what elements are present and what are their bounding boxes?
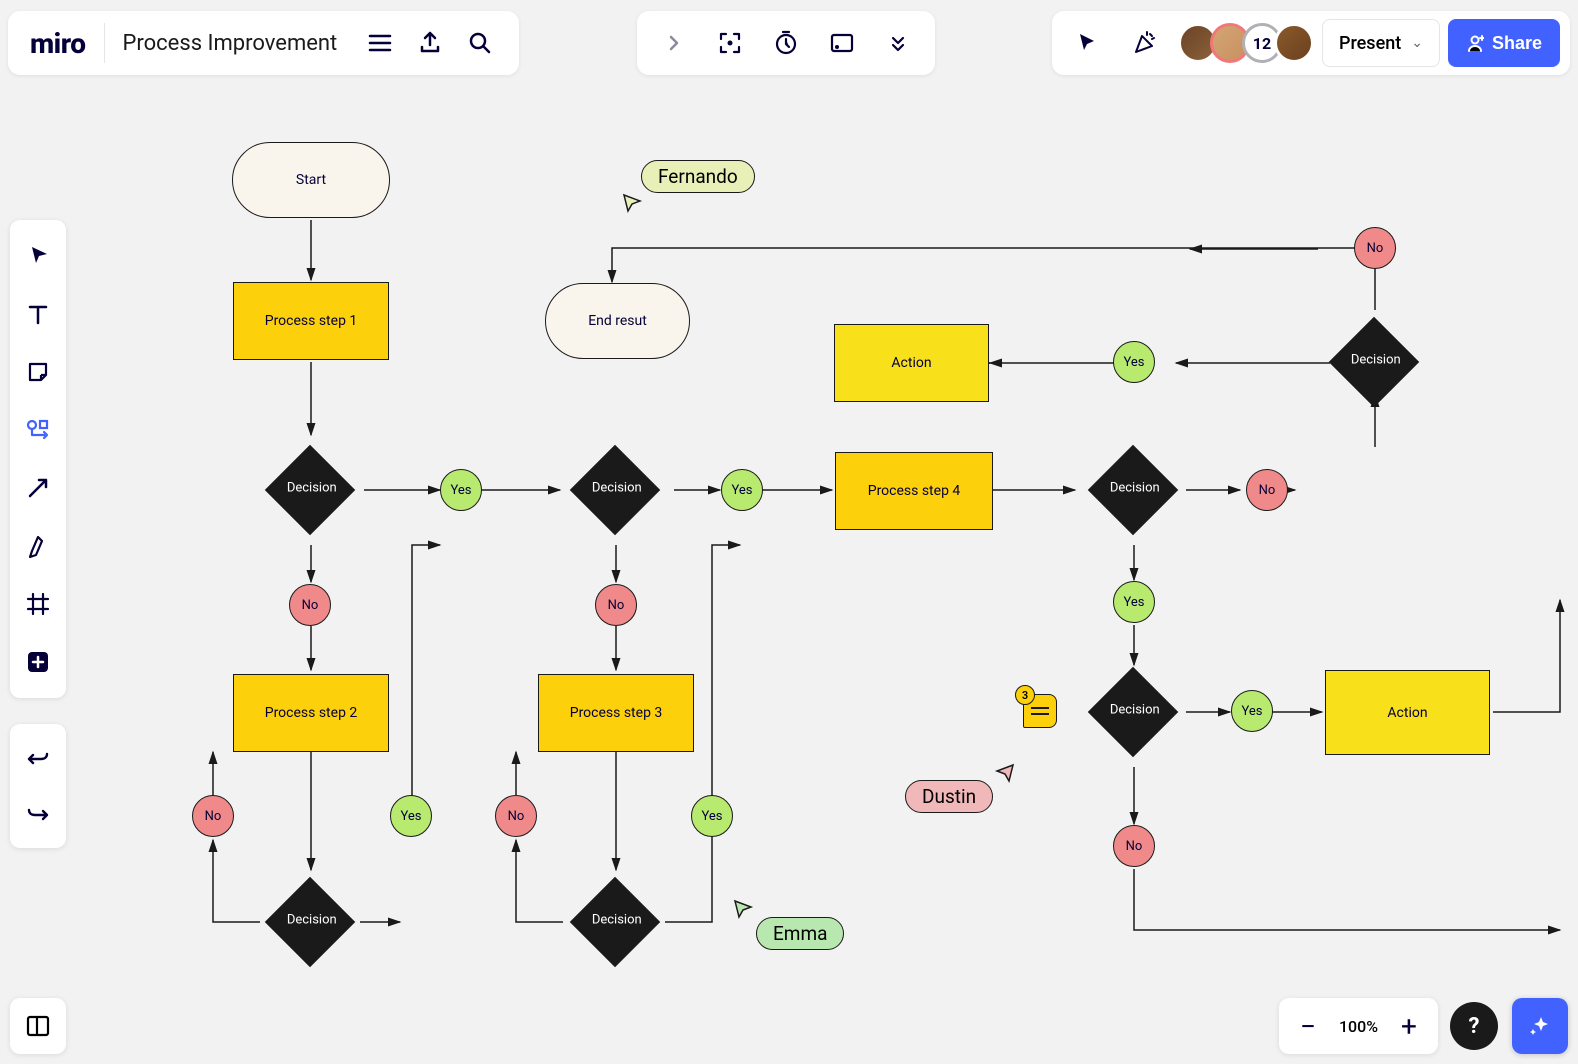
flowchart-answer-no[interactable]: No xyxy=(1113,825,1155,867)
flowchart-terminator-start[interactable]: Start xyxy=(232,142,390,218)
collaborator-cursor-fernando: Fernando xyxy=(641,160,755,193)
flowchart-answer-yes[interactable]: Yes xyxy=(1113,581,1155,623)
flowchart-answer-no[interactable]: No xyxy=(192,795,234,837)
flowchart-process-4[interactable]: Process step 4 xyxy=(835,452,993,530)
question-icon: ? xyxy=(1469,1014,1480,1039)
flowchart-process-3[interactable]: Process step 3 xyxy=(538,674,694,752)
flowchart-answer-yes[interactable]: Yes xyxy=(1231,690,1273,732)
zoom-level[interactable]: 100% xyxy=(1339,1017,1378,1036)
sparkle-icon xyxy=(1527,1013,1553,1039)
flowchart-action-1[interactable]: Action xyxy=(834,324,989,402)
flowchart-answer-yes[interactable]: Yes xyxy=(1113,341,1155,383)
flowchart-answer-yes[interactable]: Yes xyxy=(390,795,432,837)
ai-assist-button[interactable] xyxy=(1512,998,1568,1054)
flowchart-answer-no[interactable]: No xyxy=(495,795,537,837)
collaborator-cursor-icon xyxy=(994,762,1016,784)
flowchart-answer-yes[interactable]: Yes xyxy=(440,469,482,511)
canvas[interactable]: Start End resut Process step 1 Process s… xyxy=(0,0,1578,1064)
comment-count-badge[interactable]: 3 xyxy=(1015,685,1035,705)
flowchart-answer-no[interactable]: No xyxy=(289,584,331,626)
collaborator-cursor-icon xyxy=(621,192,643,214)
zoom-in-button[interactable]: + xyxy=(1394,1010,1424,1043)
help-button[interactable]: ? xyxy=(1450,1002,1498,1050)
flowchart-answer-no[interactable]: No xyxy=(1354,227,1396,269)
flowchart-answer-no[interactable]: No xyxy=(595,584,637,626)
flowchart-answer-yes[interactable]: Yes xyxy=(691,795,733,837)
zoom-out-button[interactable]: − xyxy=(1293,1010,1323,1043)
flowchart-terminator-end[interactable]: End resut xyxy=(545,283,690,359)
flowchart-answer-no[interactable]: No xyxy=(1246,469,1288,511)
flowchart-action-2[interactable]: Action xyxy=(1325,670,1490,755)
collaborator-cursor-dustin: Dustin xyxy=(905,780,993,813)
flowchart-answer-yes[interactable]: Yes xyxy=(721,469,763,511)
layers-panel-button[interactable] xyxy=(10,998,66,1054)
panel-icon xyxy=(25,1013,51,1039)
collaborator-cursor-emma: Emma xyxy=(756,917,844,950)
flowchart-process-2[interactable]: Process step 2 xyxy=(233,674,389,752)
flowchart-process-1[interactable]: Process step 1 xyxy=(233,282,389,360)
collaborator-cursor-icon xyxy=(732,898,754,920)
zoom-controls: − 100% + xyxy=(1279,998,1438,1054)
